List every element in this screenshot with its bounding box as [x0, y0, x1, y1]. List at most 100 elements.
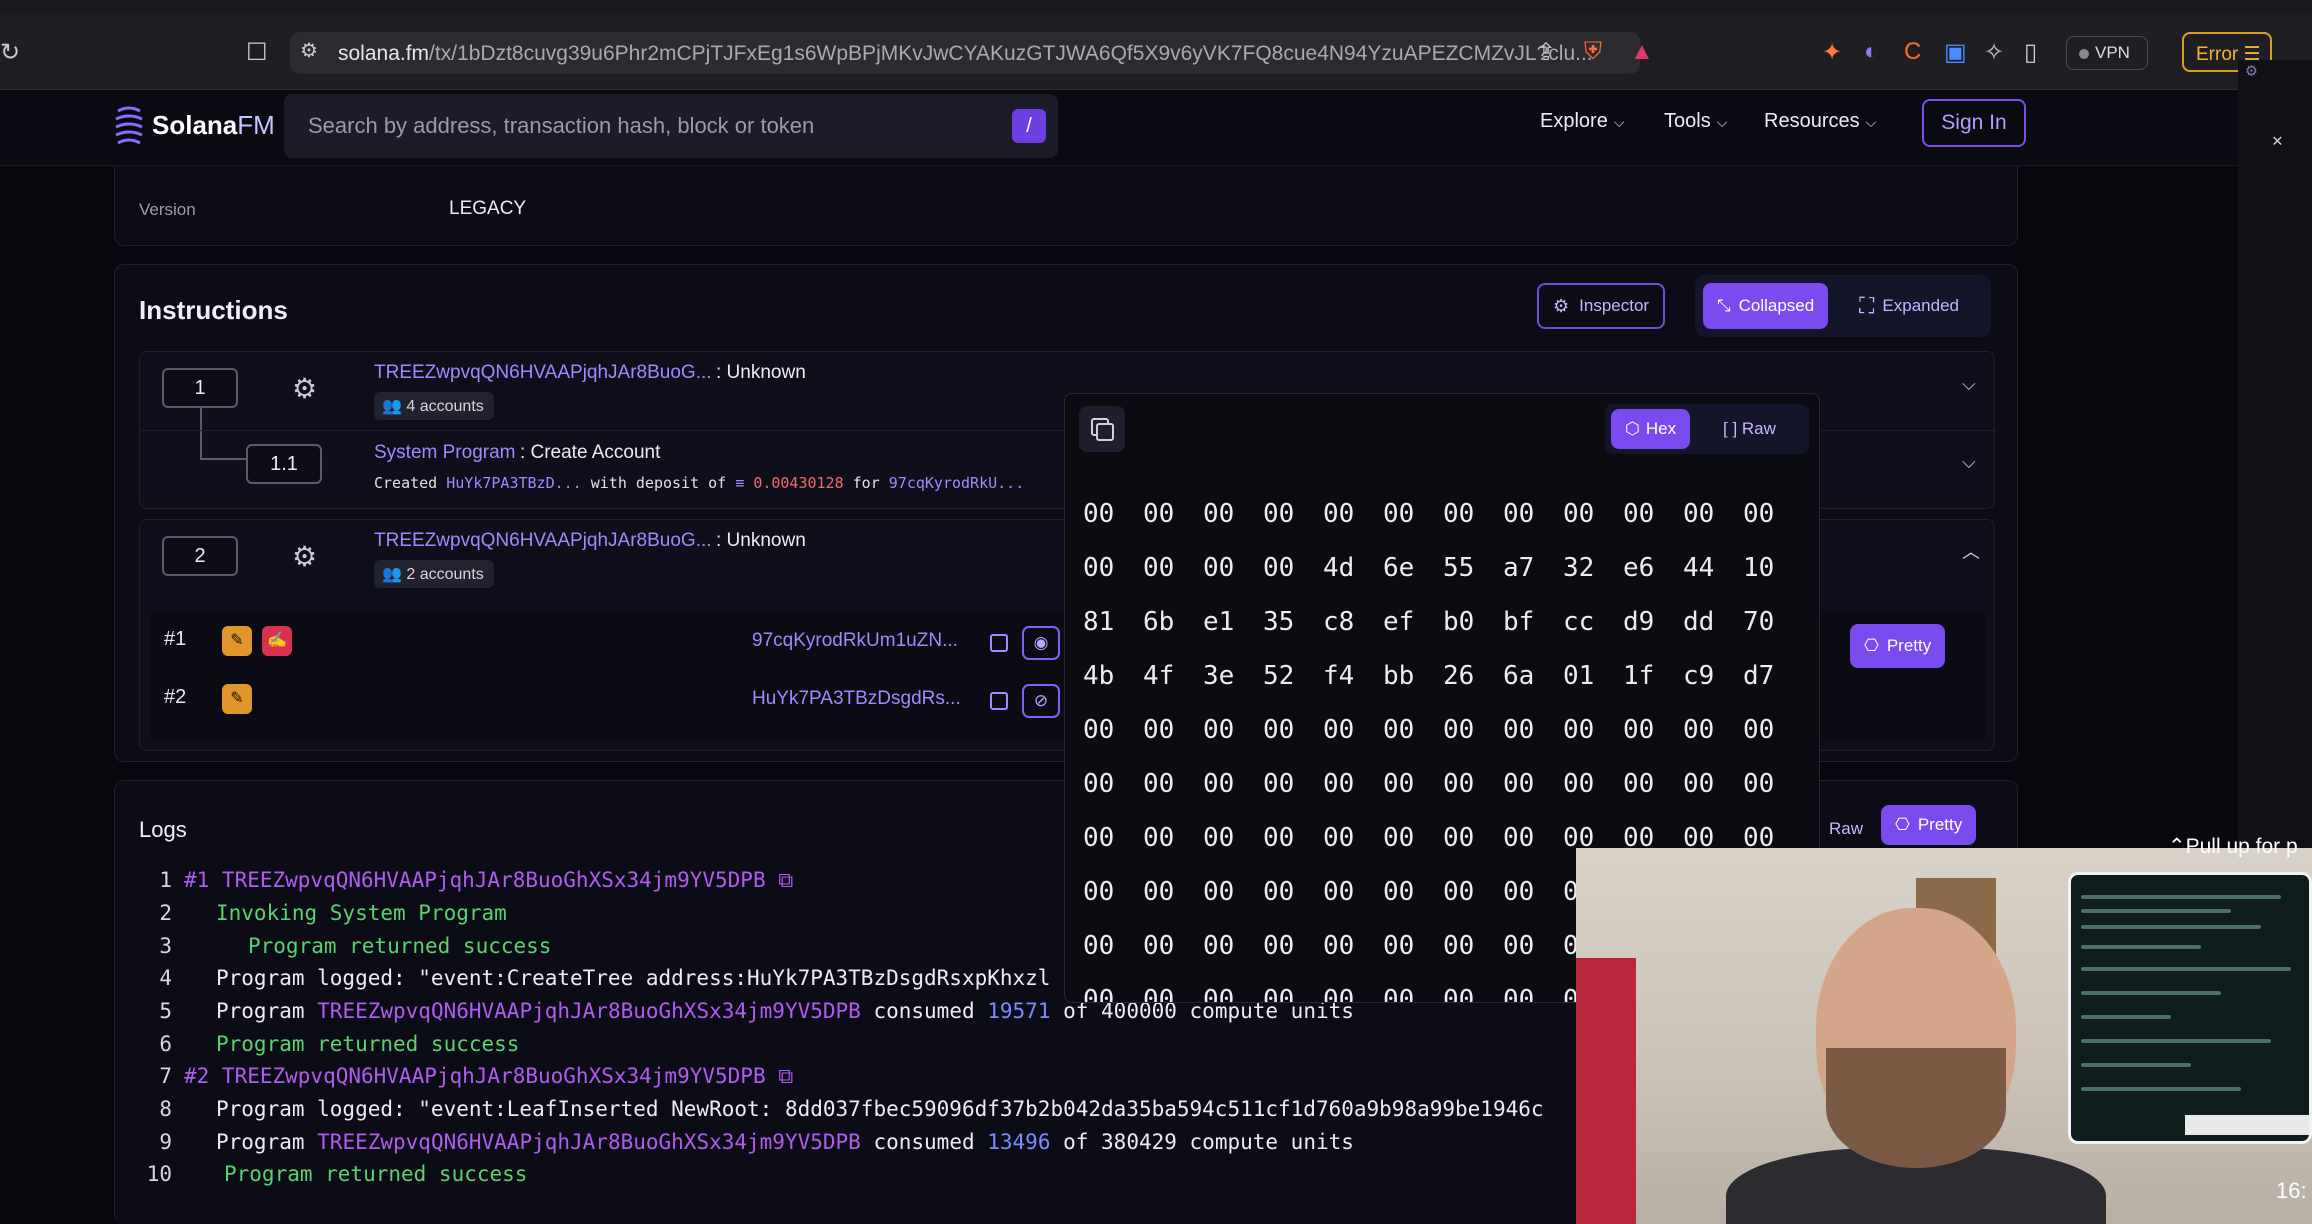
logs-raw-button[interactable]: Raw: [1829, 819, 1863, 839]
account-address[interactable]: HuYk7PA3TBzDsgdRs...: [752, 688, 961, 710]
hex-byte: 00: [1083, 553, 1115, 583]
copy-icon[interactable]: [990, 692, 1008, 710]
chevron-down-icon: ⌵: [1716, 114, 1728, 130]
raw-button[interactable]: [ ] Raw: [1723, 419, 1776, 439]
hex-byte: 00: [1143, 877, 1175, 907]
browser-tab-strip[interactable]: [0, 0, 2312, 14]
eye-off-icon[interactable]: ⊘: [1022, 684, 1060, 718]
gear-icon: ⚙: [1553, 295, 1570, 316]
sidebar-toggle-icon[interactable]: ▯: [2024, 38, 2037, 67]
pretty-button[interactable]: ⎔ Pretty: [1850, 624, 1946, 668]
extension-blue-icon[interactable]: ▣: [1944, 38, 1967, 67]
hex-byte: 00: [1203, 715, 1235, 745]
extension-wallet-icon[interactable]: ◐: [1864, 38, 1879, 66]
chevron-down-icon[interactable]: ⌵: [1962, 374, 1976, 395]
pretty-icon: ⎔: [1864, 636, 1879, 655]
account-address[interactable]: 97cqKyrodRkUm1uZN...: [752, 630, 958, 652]
inspector-button[interactable]: ⚙ Inspector: [1537, 283, 1666, 329]
program-chip-icon: ⚙: [292, 541, 318, 572]
hex-byte: 00: [1383, 823, 1415, 853]
hex-byte: 00: [1443, 769, 1475, 799]
hex-byte: 00: [1083, 877, 1115, 907]
bookmark-icon[interactable]: ☐: [246, 38, 268, 67]
hex-byte: 00: [1143, 499, 1175, 529]
version-value: LEGACY: [449, 198, 527, 219]
nav-resources[interactable]: Resources ⌵: [1764, 110, 1876, 133]
hex-byte: a7: [1503, 553, 1535, 583]
chevron-up-icon[interactable]: ︿: [1962, 538, 1980, 564]
hex-byte: 00: [1743, 715, 1775, 745]
picture-in-picture-terminal[interactable]: [2068, 872, 2312, 1144]
site-header: SolanaFM Search by address, transaction …: [0, 90, 2238, 166]
hex-button[interactable]: ⬡ Hex: [1611, 409, 1691, 449]
webcam-chair: [1576, 958, 1636, 1224]
hex-byte: 00: [1323, 715, 1355, 745]
hex-byte: 00: [1383, 877, 1415, 907]
brave-shield-icon[interactable]: ⛨: [1584, 38, 1602, 66]
copy-icon[interactable]: ⧉: [778, 1064, 793, 1088]
extensions-puzzle-icon[interactable]: ✧: [1984, 38, 2004, 67]
account-link[interactable]: HuYk7PA3TBzD...: [446, 474, 581, 492]
solanafm-logo[interactable]: SolanaFM: [112, 100, 275, 150]
copy-icon[interactable]: [990, 634, 1008, 652]
program-link[interactable]: TREEZwpvqQN6HVAAPjqhJAr8BuoG...: [374, 530, 712, 551]
signer-badge-icon: ✍: [262, 626, 292, 656]
nav-tools[interactable]: Tools ⌵: [1664, 110, 1727, 133]
hex-byte: 00: [1143, 769, 1175, 799]
hex-byte: 00: [1323, 985, 1355, 1003]
instruction-index: 2: [162, 536, 238, 576]
sign-in-button[interactable]: Sign In: [1922, 99, 2026, 147]
hex-byte: c8: [1323, 607, 1355, 637]
format-toggle: ⬡ Hex [ ] Raw: [1605, 404, 1809, 454]
chevron-down-icon[interactable]: ⌵: [1962, 452, 1976, 473]
hex-byte: 00: [1323, 877, 1355, 907]
hex-row: 00 00 00 00 00 00 00 00 00 00 00 00: [1083, 715, 1803, 769]
account-link[interactable]: 97cqKyrodRkU...: [889, 474, 1024, 492]
hex-byte: 00: [1263, 715, 1295, 745]
hex-byte: 00: [1323, 499, 1355, 529]
hex-icon: ⬡: [1625, 419, 1640, 438]
program-link[interactable]: System Program: [374, 442, 515, 463]
background-close-icon: ✕: [2272, 130, 2283, 151]
search-input[interactable]: Search by address, transaction hash, blo…: [284, 94, 1058, 158]
copy-icon[interactable]: ⧉: [778, 868, 793, 892]
hex-byte: 00: [1143, 985, 1175, 1003]
hex-byte: 00: [1323, 769, 1355, 799]
accounts-count[interactable]: 👥 4 accounts: [374, 392, 494, 420]
hex-byte: 00: [1503, 985, 1535, 1003]
program-link[interactable]: TREEZwpvqQN6HVAAPjqhJAr8BuoG...: [374, 362, 712, 383]
hex-byte: 00: [1083, 823, 1115, 853]
brave-rewards-icon[interactable]: ▲: [1630, 38, 1654, 66]
instruction-type: : Unknown: [716, 362, 806, 383]
share-icon[interactable]: ⇪: [1536, 38, 1556, 67]
hex-byte: 00: [1563, 499, 1595, 529]
version-card: Version LEGACY: [114, 166, 2018, 246]
hex-byte: f4: [1323, 661, 1355, 691]
hex-byte: dd: [1683, 607, 1715, 637]
address-bar[interactable]: ⚙ solana.fm/tx/1bDzt8cuvg39u6Phr2mCPjTJF…: [290, 32, 1640, 74]
hex-byte: 00: [1383, 769, 1415, 799]
extension-c-icon[interactable]: C: [1904, 38, 1921, 66]
copy-data-button[interactable]: [1079, 406, 1125, 452]
vpn-button[interactable]: VPN: [2066, 36, 2148, 70]
reload-icon[interactable]: ↻: [0, 38, 20, 67]
deposit-amount: 0.00430128: [753, 474, 844, 492]
tree-connector: [200, 458, 246, 460]
hex-byte: 00: [1143, 931, 1175, 961]
hex-byte: 00: [1623, 499, 1655, 529]
nav-explore[interactable]: Explore ⌵: [1540, 110, 1624, 133]
hex-byte: 4f: [1143, 661, 1175, 691]
collapsed-button[interactable]: ⤡ Collapsed: [1703, 283, 1829, 329]
expanded-button[interactable]: ⛶ Expanded: [1845, 283, 1973, 329]
hex-byte: 00: [1083, 499, 1115, 529]
hex-byte: 00: [1623, 769, 1655, 799]
logs-pretty-button[interactable]: ⎔ Pretty: [1881, 805, 1977, 845]
view-mode-toggle: ⤡ Collapsed ⛶ Expanded: [1695, 275, 1991, 337]
hex-row: 4b 4f 3e 52 f4 bb 26 6a 01 1f c9 d7: [1083, 661, 1803, 715]
eye-icon[interactable]: ◉: [1022, 626, 1060, 660]
extension-fox-icon[interactable]: ✦: [1822, 38, 1842, 67]
hex-byte: 00: [1503, 499, 1535, 529]
accounts-count[interactable]: 👥 2 accounts: [374, 560, 494, 588]
background-gear-icon: ⚙: [2246, 60, 2257, 81]
site-settings-icon[interactable]: ⚙: [300, 38, 318, 63]
